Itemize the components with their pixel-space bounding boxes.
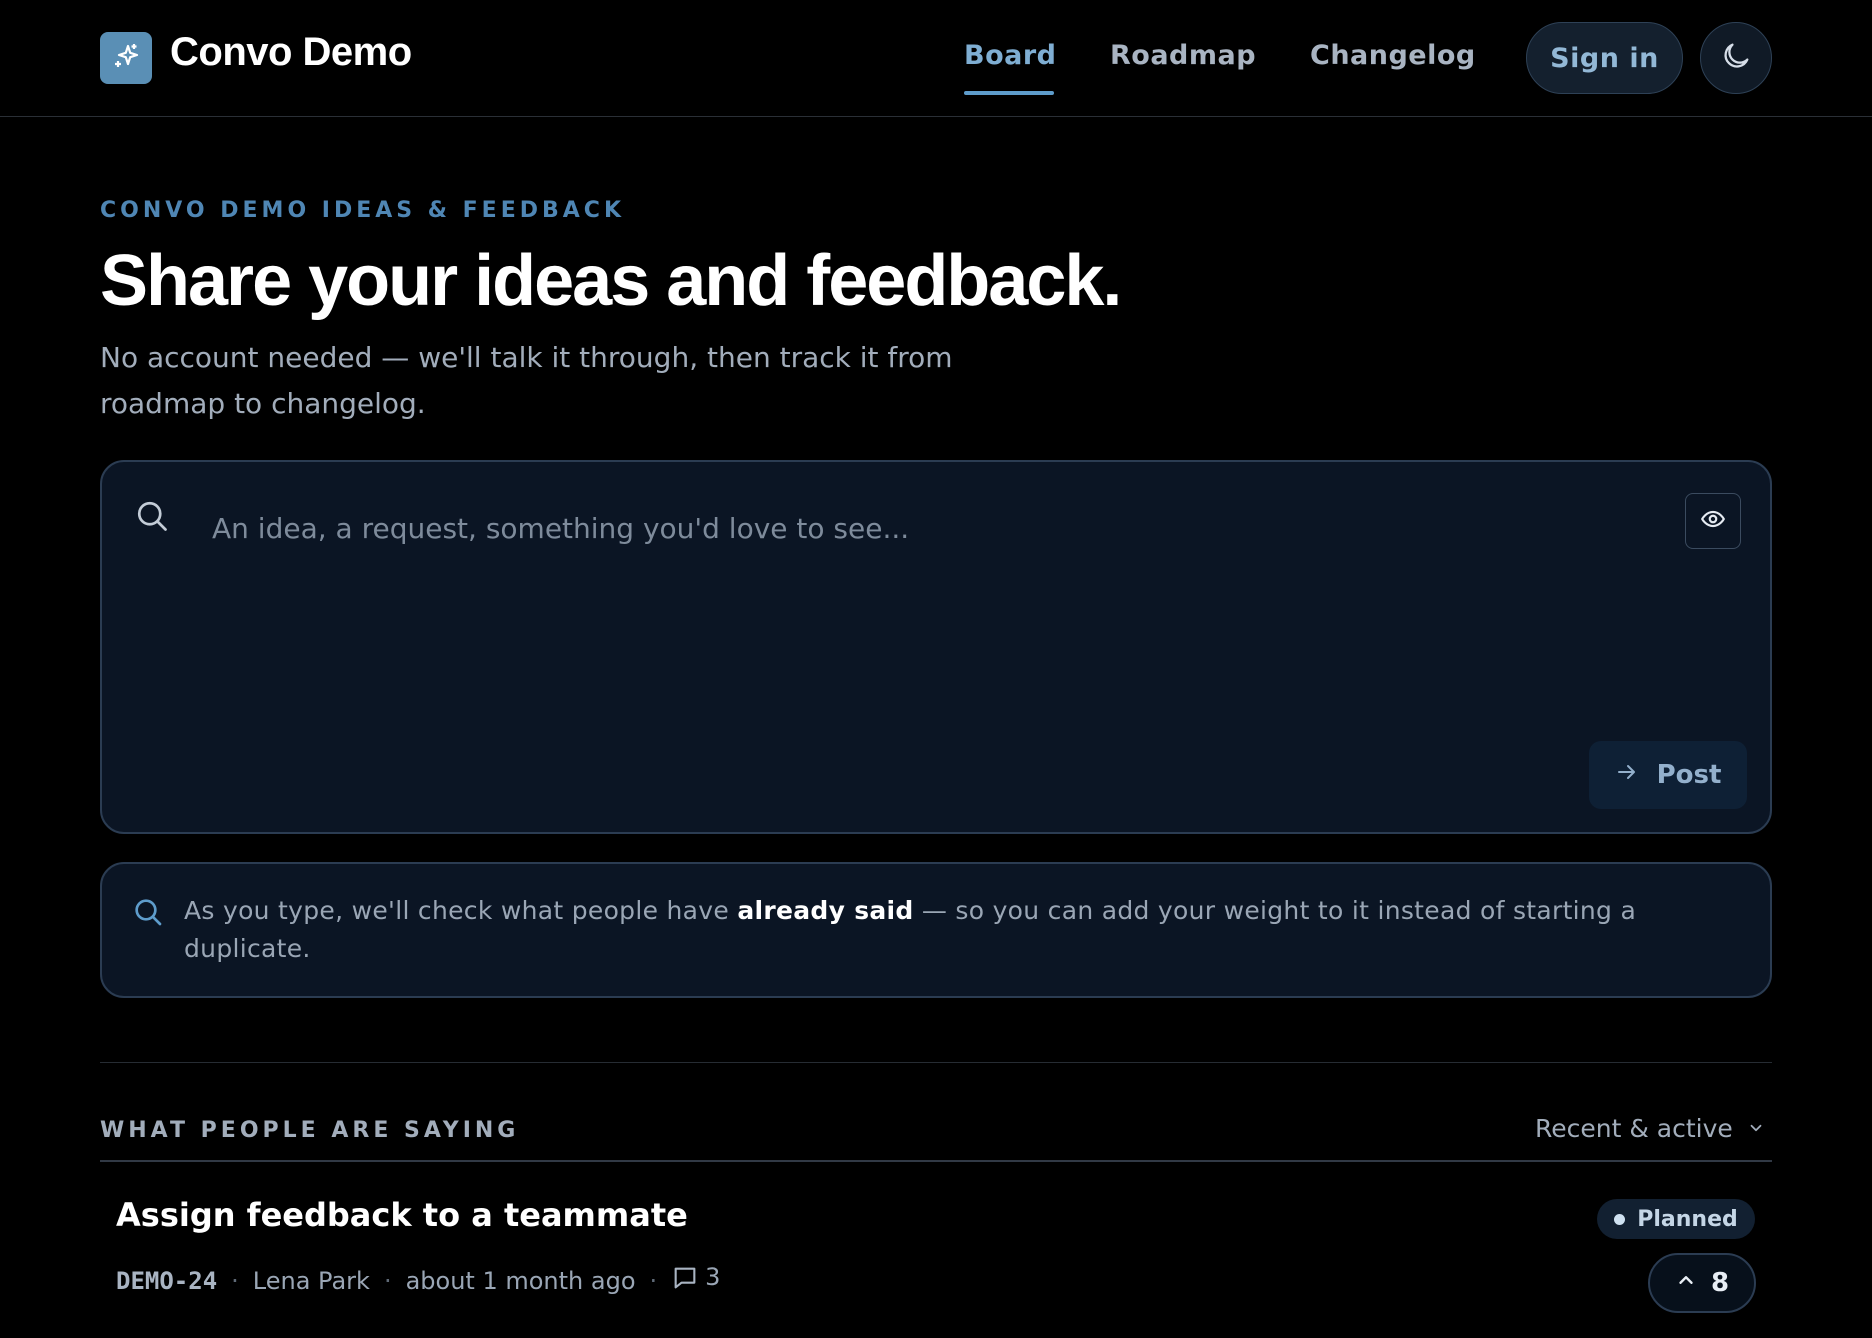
comment-icon: [671, 1264, 699, 1298]
nav-board[interactable]: Board: [964, 40, 1057, 71]
page-title: Share your ideas and feedback.: [100, 241, 1122, 321]
chevron-up-icon: [1675, 1268, 1697, 1298]
brand-name[interactable]: Convo Demo: [170, 30, 412, 75]
chevron-down-icon: [1747, 1114, 1765, 1143]
search-icon: [132, 896, 164, 932]
theme-toggle-button[interactable]: [1700, 22, 1772, 94]
upvote-button[interactable]: 8: [1648, 1253, 1756, 1313]
eye-icon: [1700, 506, 1726, 536]
search-icon: [134, 498, 170, 538]
status-badge: Planned: [1597, 1199, 1755, 1239]
active-tab-indicator: [964, 91, 1054, 95]
divider: [100, 1062, 1772, 1063]
logo[interactable]: [100, 32, 152, 84]
post-id: DEMO-24: [116, 1267, 218, 1295]
separator: ·: [649, 1267, 658, 1295]
separator: ·: [383, 1267, 392, 1295]
comment-count-value: 3: [705, 1263, 721, 1291]
divider: [100, 1160, 1772, 1162]
notice-text: As you type, we'll check what people hav…: [184, 896, 1637, 963]
comment-count[interactable]: 3: [671, 1263, 721, 1298]
arrow-right-icon: [1615, 760, 1639, 791]
sparkles-icon: [110, 40, 142, 76]
post-button[interactable]: Post: [1589, 741, 1747, 809]
status-label: Planned: [1637, 1206, 1738, 1232]
preview-button[interactable]: [1685, 493, 1741, 549]
idea-composer[interactable]: An idea, a request, something you'd love…: [100, 460, 1772, 834]
sort-dropdown[interactable]: Recent & active: [1535, 1114, 1765, 1143]
page-subtitle: No account needed — we'll talk it throug…: [100, 341, 953, 420]
page-eyebrow: CONVO DEMO IDEAS & FEEDBACK: [100, 198, 625, 223]
notice-emphasis: already said: [737, 896, 914, 925]
post-meta: DEMO-24 · Lena Park · about 1 month ago …: [116, 1263, 721, 1298]
duplicate-check-notice: As you type, we'll check what people hav…: [100, 862, 1772, 998]
post-time: about 1 month ago: [405, 1267, 636, 1295]
separator: ·: [231, 1267, 239, 1295]
sort-label: Recent & active: [1535, 1114, 1733, 1143]
nav-roadmap[interactable]: Roadmap: [1110, 40, 1256, 71]
moon-icon: [1719, 39, 1753, 77]
idea-input[interactable]: An idea, a request, something you'd love…: [212, 512, 909, 545]
top-nav-bar: Convo Demo Board Roadmap Changelog Sign …: [0, 0, 1872, 117]
nav-changelog[interactable]: Changelog: [1310, 40, 1476, 71]
post-title[interactable]: Assign feedback to a teammate: [116, 1196, 688, 1234]
feed-heading: WHAT PEOPLE ARE SAYING: [100, 1118, 520, 1143]
post-button-label: Post: [1656, 760, 1722, 790]
post-author: Lena Park: [252, 1267, 370, 1295]
vote-count: 8: [1710, 1268, 1730, 1298]
status-dot: [1614, 1213, 1626, 1225]
sign-in-button[interactable]: Sign in: [1526, 22, 1683, 94]
